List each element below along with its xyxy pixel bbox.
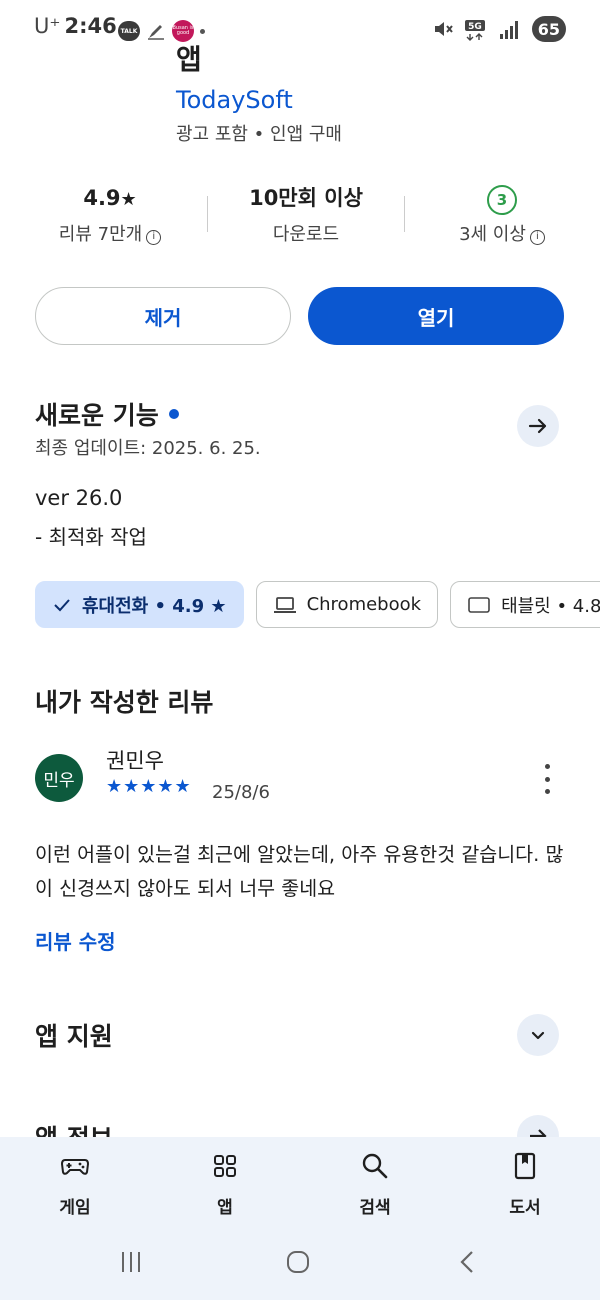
divider bbox=[404, 196, 405, 232]
app-meta-info: 광고 포함 • 인앱 구매 bbox=[176, 124, 342, 145]
age-rating-stat[interactable]: 3 3세 이상 i bbox=[412, 182, 592, 246]
apps-grid-icon bbox=[214, 1155, 236, 1177]
mute-icon bbox=[434, 22, 453, 36]
svg-text:5G: 5G bbox=[468, 22, 482, 32]
version-label: ver 26.0 bbox=[35, 486, 123, 510]
nav-books-label: 도서 bbox=[509, 1198, 541, 1218]
app-support-heading: 앱 지원 bbox=[35, 1022, 113, 1051]
system-icons: 5G 65 bbox=[432, 16, 566, 42]
downloads-value: 10만회 이상 bbox=[249, 186, 363, 210]
release-note: - 최적화 작업 bbox=[35, 525, 147, 549]
whats-new-arrow-button[interactable] bbox=[517, 405, 559, 447]
battery-indicator: 65 bbox=[531, 16, 566, 42]
nav-search[interactable]: 검색 bbox=[325, 1151, 425, 1218]
laptop-icon bbox=[273, 596, 296, 613]
status-time: U⁺ 2:46 bbox=[34, 14, 117, 38]
edit-review-link[interactable]: 리뷰 수정 bbox=[35, 926, 116, 955]
divider bbox=[207, 196, 208, 232]
arrow-right-icon bbox=[528, 418, 547, 434]
info-icon[interactable]: i bbox=[146, 230, 162, 245]
search-icon bbox=[362, 1153, 388, 1179]
last-updated: 최종 업데이트: 2025. 6. 25. bbox=[35, 438, 261, 459]
book-icon bbox=[514, 1152, 536, 1180]
check-icon bbox=[54, 598, 70, 611]
review-date: 25/8/6 bbox=[212, 782, 270, 803]
carrier-label: U⁺ bbox=[34, 14, 61, 38]
reviewer-name: 권민우 bbox=[106, 749, 164, 773]
gamepad-icon bbox=[60, 1159, 90, 1175]
downloads-label: 다운로드 bbox=[272, 224, 340, 245]
uninstall-button[interactable]: 제거 bbox=[35, 287, 291, 345]
back-icon[interactable] bbox=[455, 1249, 481, 1275]
age-rating-label: 3세 이상 bbox=[459, 224, 526, 245]
pen-icon bbox=[148, 25, 164, 40]
rating-stat[interactable]: 4.9★ 리뷰 7만개 i bbox=[20, 182, 200, 246]
whats-new-heading: 새로운 기능 bbox=[35, 396, 179, 432]
review-stars: ★★★★★ bbox=[106, 776, 192, 797]
signal-icon bbox=[499, 21, 518, 39]
time-label: 2:46 bbox=[64, 14, 117, 38]
chip-chromebook[interactable]: Chromebook bbox=[255, 581, 439, 628]
kakaotalk-icon: TALK bbox=[118, 21, 140, 41]
chip-tablet-label: 태블릿 • 4.8 bbox=[501, 595, 600, 617]
app-title: 앱 bbox=[176, 43, 202, 74]
avatar: 민우 bbox=[35, 754, 83, 802]
chip-chromebook-label: Chromebook bbox=[306, 594, 422, 615]
age-rating-badge: 3 bbox=[487, 185, 517, 215]
chevron-down-icon bbox=[531, 1031, 545, 1040]
recent-apps-icon[interactable] bbox=[118, 1249, 144, 1275]
nav-games-label: 게임 bbox=[59, 1198, 91, 1218]
star-icon: ★ bbox=[120, 189, 137, 210]
more-options-icon[interactable] bbox=[538, 764, 556, 794]
reviews-count: 리뷰 7만개 bbox=[58, 224, 143, 245]
status-bar: U⁺ 2:46 TALK Busan is good 5G 65 bbox=[0, 0, 600, 62]
new-indicator-dot bbox=[168, 409, 179, 419]
review-text: 이런 어플이 있는걸 최근에 알았는데, 아주 유용한것 같습니다. 많이 신경… bbox=[35, 843, 564, 900]
my-review-heading: 내가 작성한 리뷰 bbox=[35, 688, 214, 717]
nav-search-label: 검색 bbox=[359, 1198, 391, 1218]
developer-link[interactable]: TodaySoft bbox=[176, 86, 293, 114]
more-notifications-dot bbox=[200, 28, 205, 34]
home-icon[interactable] bbox=[285, 1249, 311, 1275]
rating-value: 4.9 bbox=[83, 186, 121, 210]
chip-phone-label: 휴대전화 • 4.9 ★ bbox=[82, 595, 227, 617]
nav-apps-label: 앱 bbox=[217, 1198, 233, 1218]
app-support-expand-button[interactable] bbox=[517, 1014, 559, 1056]
chip-phone[interactable]: 휴대전화 • 4.9 ★ bbox=[35, 581, 244, 628]
nav-games[interactable]: 게임 bbox=[25, 1151, 125, 1218]
app-stats: 4.9★ 리뷰 7만개 i 10만회 이상 다운로드 3 3세 이상 i bbox=[0, 182, 600, 252]
network-5g-icon: 5G bbox=[464, 20, 485, 41]
nav-books[interactable]: 도서 bbox=[475, 1151, 575, 1218]
tablet-icon bbox=[468, 596, 490, 613]
info-icon[interactable]: i bbox=[529, 230, 545, 245]
device-filter-chips: 휴대전화 • 4.9 ★ Chromebook 태블릿 • 4.8 bbox=[35, 581, 600, 628]
whats-new-title: 새로운 기능 bbox=[35, 401, 159, 430]
nav-apps[interactable]: 앱 bbox=[175, 1151, 275, 1218]
chip-tablet[interactable]: 태블릿 • 4.8 bbox=[450, 581, 600, 628]
bottom-navigation: 게임 앱 검색 도서 bbox=[0, 1137, 600, 1300]
downloads-stat: 10만회 이상 다운로드 bbox=[216, 182, 396, 246]
open-button[interactable]: 열기 bbox=[308, 287, 564, 345]
